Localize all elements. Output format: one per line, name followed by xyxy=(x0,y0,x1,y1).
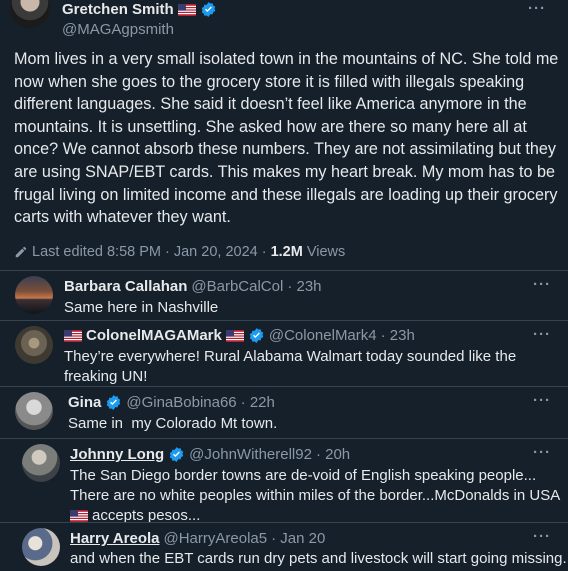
reply-author-name[interactable]: Harry Areola xyxy=(70,530,160,547)
reply-header: Barbara Callahan @BarbCalCol · 23h xyxy=(64,278,322,295)
more-options-icon[interactable]: ··· xyxy=(533,392,551,409)
author-name-row: Gretchen Smith xyxy=(62,1,217,18)
tweet-text: Mom lives in a very small isolated town … xyxy=(14,50,559,227)
reply-avatar[interactable] xyxy=(15,392,53,430)
divider xyxy=(0,522,568,523)
reply-avatar[interactable] xyxy=(22,528,60,566)
verified-badge-icon xyxy=(107,395,121,410)
reply-text-line: accepts pesos... xyxy=(92,507,201,524)
reply-author-handle[interactable]: @BarbCalCol xyxy=(191,278,283,295)
reply-text-line-row: accepts pesos... xyxy=(70,506,560,526)
author-name[interactable]: Gretchen Smith xyxy=(62,1,174,18)
reply-header: Johnny Long @JohnWitherell92 · 20h xyxy=(70,446,350,463)
reply-text: Same here in Nashville xyxy=(64,299,219,316)
more-options-icon[interactable]: ··· xyxy=(533,528,551,545)
reply-text-line: The San Diego border towns are de-void o… xyxy=(70,467,537,484)
reply-author-name[interactable]: Barbara Callahan xyxy=(64,278,187,295)
reply-header: ColonelMAGAMark @ColonelMark4 · 23h xyxy=(64,327,415,344)
reply-header: Harry Areola @HarryAreola5 · Jan 20 xyxy=(70,530,325,547)
views-count: 1.2M xyxy=(270,244,303,260)
reply-author-name[interactable]: Johnny Long xyxy=(70,446,164,463)
reply-timestamp[interactable]: · 23h xyxy=(381,327,415,344)
reply-author-handle[interactable]: @HarryAreola5 xyxy=(164,530,268,547)
reply-avatar[interactable] xyxy=(22,444,60,482)
reply-timestamp[interactable]: · 23h xyxy=(287,278,321,295)
reply-timestamp[interactable]: · 22h xyxy=(241,394,275,411)
reply-author-name[interactable]: ColonelMAGAMark xyxy=(86,327,222,344)
us-flag-icon xyxy=(225,329,244,342)
us-flag-icon xyxy=(70,510,88,522)
author-handle[interactable]: @MAGAgpsmith xyxy=(62,21,174,38)
us-flag-icon xyxy=(64,329,82,342)
divider xyxy=(0,270,568,271)
verified-badge-icon xyxy=(169,447,184,462)
more-options-icon[interactable]: ··· xyxy=(528,0,546,17)
reply-header: Gina @GinaBobina66 · 22h xyxy=(68,394,275,411)
reply-timestamp[interactable]: · 20h xyxy=(316,446,350,463)
more-options-icon[interactable]: ··· xyxy=(533,326,551,343)
more-options-icon[interactable]: ··· xyxy=(533,444,551,461)
divider xyxy=(0,320,568,321)
divider xyxy=(0,386,568,387)
reply-avatar[interactable] xyxy=(15,326,53,364)
views-label: Views xyxy=(306,244,346,260)
reply-timestamp[interactable]: · Jan 20 xyxy=(271,530,325,547)
divider xyxy=(0,438,568,439)
last-edited-label[interactable]: Last edited 8:58 PM · Jan 20, 2024 · xyxy=(32,244,267,260)
reply-text: The San Diego border towns are de-void o… xyxy=(70,466,560,526)
reply-author-handle[interactable]: @ColonelMark4 xyxy=(269,327,377,344)
pencil-icon xyxy=(15,246,27,258)
reply-author-name[interactable]: Gina xyxy=(68,394,101,411)
reply-text-line: There are no white peoples within miles … xyxy=(70,487,561,504)
reply-text: They’re everywhere! Rural Alabama Walmar… xyxy=(64,348,517,385)
verified-badge-icon xyxy=(249,328,264,343)
more-options-icon[interactable]: ··· xyxy=(533,276,551,293)
author-avatar[interactable] xyxy=(10,0,50,28)
reply-author-handle[interactable]: @GinaBobina66 xyxy=(126,394,236,411)
reply-text: and when the EBT cards run dry pets and … xyxy=(70,550,567,567)
reply-avatar[interactable] xyxy=(15,276,53,314)
reply-text: Same in my Colorado Mt town. xyxy=(68,415,278,432)
edit-info: Last edited 8:58 PM · Jan 20, 2024 · 1.2… xyxy=(14,244,345,260)
us-flag-icon xyxy=(177,3,196,16)
verified-badge-icon xyxy=(201,2,215,17)
reply-author-handle[interactable]: @JohnWitherell92 xyxy=(189,446,312,463)
